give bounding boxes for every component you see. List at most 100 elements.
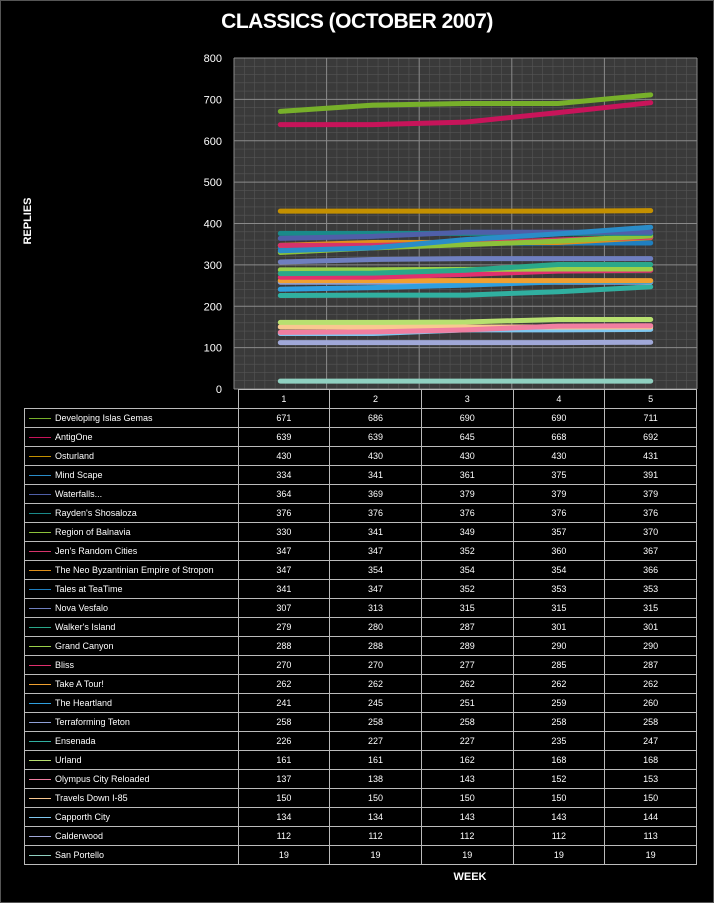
series-name-cell: Calderwood — [24, 826, 239, 846]
table-row: Tales at TeaTime 341 347 352 353 353 — [24, 579, 697, 599]
x-tick-label: 1 — [237, 389, 331, 409]
data-label: 112 — [237, 826, 331, 846]
data-label: 247 — [604, 731, 697, 751]
data-label: 161 — [237, 750, 331, 770]
series-name: Olympus City Reloaded — [55, 774, 150, 784]
series-name: Tales at TeaTime — [55, 584, 123, 594]
data-label: 150 — [329, 788, 422, 808]
data-label: 262 — [420, 674, 514, 694]
series-name-cell: Travels Down I-85 — [24, 788, 239, 808]
y-tick-label: 100 — [204, 343, 222, 355]
data-label: 370 — [604, 522, 697, 542]
data-label: 287 — [604, 655, 697, 675]
data-label: 226 — [237, 731, 331, 751]
series-name-cell: Terraforming Teton — [24, 712, 239, 732]
data-label: 259 — [512, 693, 606, 713]
data-label: 19 — [604, 845, 697, 865]
data-label: 290 — [512, 636, 606, 656]
table-row: Ensenada 226 227 227 235 247 — [24, 731, 697, 751]
data-label: 431 — [604, 446, 697, 466]
data-label: 430 — [420, 446, 514, 466]
series-name: San Portello — [55, 850, 105, 860]
legend-swatch — [29, 703, 51, 705]
series-name-cell: Mind Scape — [24, 465, 239, 485]
series-name: Terraforming Teton — [55, 717, 130, 727]
series-name-cell: Grand Canyon — [24, 636, 239, 656]
table-row: Osturland 430 430 430 430 431 — [24, 446, 697, 466]
data-label: 360 — [512, 541, 606, 561]
data-label: 375 — [512, 465, 606, 485]
data-label: 376 — [237, 503, 331, 523]
data-label: 245 — [329, 693, 422, 713]
data-label: 251 — [420, 693, 514, 713]
data-label: 270 — [329, 655, 422, 675]
data-label: 430 — [237, 446, 331, 466]
series-name-cell: Developing Islas Gemas — [24, 408, 239, 428]
data-label: 349 — [420, 522, 514, 542]
data-label: 690 — [512, 408, 606, 428]
data-label: 262 — [604, 674, 697, 694]
series-name-cell: Tales at TeaTime — [24, 579, 239, 599]
table-row: Region of Balnavia 330 341 349 357 370 — [24, 522, 697, 542]
data-label: 288 — [237, 636, 331, 656]
data-label: 153 — [604, 769, 697, 789]
data-label: 150 — [604, 788, 697, 808]
series-name: Jen's Random Cities — [55, 546, 138, 556]
legend-swatch — [29, 437, 51, 439]
series-name-cell: Capporth City — [24, 807, 239, 827]
y-tick-label: 400 — [204, 219, 222, 231]
series-name: Mind Scape — [55, 470, 103, 480]
legend-swatch — [29, 722, 51, 724]
data-label: 391 — [604, 465, 697, 485]
data-label: 376 — [420, 503, 514, 523]
series-name-cell: Take A Tour! — [24, 674, 239, 694]
data-label: 376 — [512, 503, 606, 523]
series-name-cell: Urland — [24, 750, 239, 770]
series-name-cell: Nova Vesfalo — [24, 598, 239, 618]
data-label: 301 — [604, 617, 697, 637]
data-label: 341 — [237, 579, 331, 599]
data-label: 347 — [237, 560, 331, 580]
data-label: 112 — [329, 826, 422, 846]
data-label: 288 — [329, 636, 422, 656]
y-tick-label: 500 — [204, 177, 222, 189]
data-label: 150 — [420, 788, 514, 808]
legend-swatch — [29, 665, 51, 667]
data-label: 258 — [512, 712, 606, 732]
data-label: 301 — [512, 617, 606, 637]
series-name: The Heartland — [55, 698, 113, 708]
data-label: 639 — [329, 427, 422, 447]
legend-swatch — [29, 684, 51, 686]
series-name: Capporth City — [55, 812, 111, 822]
data-label: 152 — [512, 769, 606, 789]
series-name-cell: Ensenada — [24, 731, 239, 751]
data-label: 353 — [512, 579, 606, 599]
series-name: Developing Islas Gemas — [55, 413, 153, 423]
data-label: 692 — [604, 427, 697, 447]
series-name: The Neo Byzantinian Empire of Stropon — [55, 565, 214, 575]
series-name: Travels Down I-85 — [55, 793, 128, 803]
data-label: 280 — [329, 617, 422, 637]
data-label: 285 — [512, 655, 606, 675]
series-name: Ensenada — [55, 736, 96, 746]
legend-swatch — [29, 532, 51, 534]
data-label: 354 — [329, 560, 422, 580]
data-label: 430 — [512, 446, 606, 466]
table-row: Take A Tour! 262 262 262 262 262 — [24, 674, 697, 694]
data-label: 258 — [604, 712, 697, 732]
table-row: The Heartland 241 245 251 259 260 — [24, 693, 697, 713]
table-row: Grand Canyon 288 288 289 290 290 — [24, 636, 697, 656]
x-tick-label: 4 — [512, 389, 606, 409]
series-name: Calderwood — [55, 831, 104, 841]
data-label: 315 — [420, 598, 514, 618]
series-name-cell: Bliss — [24, 655, 239, 675]
y-tick-label: 600 — [204, 136, 222, 148]
series-name: Walker's Island — [55, 622, 116, 632]
data-label: 639 — [237, 427, 331, 447]
data-label: 168 — [512, 750, 606, 770]
legend-swatch — [29, 551, 51, 553]
data-label: 258 — [420, 712, 514, 732]
table-row: Travels Down I-85 150 150 150 150 150 — [24, 788, 697, 808]
series-name-cell: Rayden's Shosaloza — [24, 503, 239, 523]
series-name-cell: The Neo Byzantinian Empire of Stropon — [24, 560, 239, 580]
